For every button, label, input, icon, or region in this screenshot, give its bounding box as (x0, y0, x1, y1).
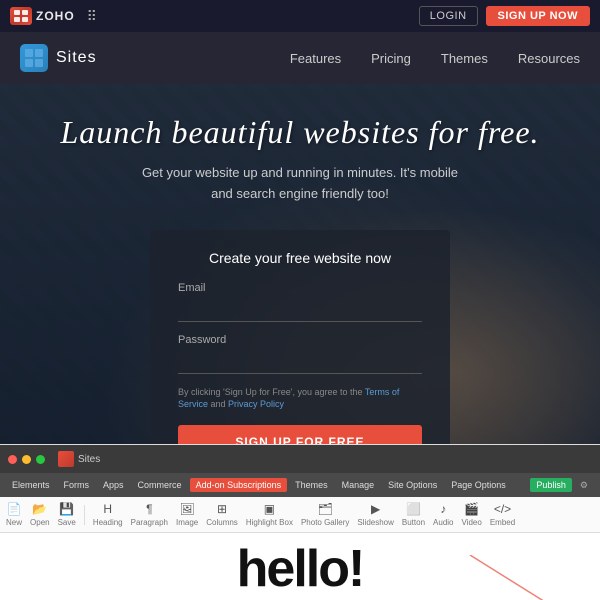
toolbar-paragraph[interactable]: ¶ Paragraph (131, 502, 168, 527)
hero-section: Launch beautiful websites for free. Get … (0, 84, 600, 444)
toolbar-embed[interactable]: </> Embed (490, 502, 515, 527)
close-window-button[interactable] (8, 455, 17, 464)
password-input[interactable] (178, 350, 422, 374)
toolbar-highlight-box[interactable]: ▣ Highlight Box (246, 502, 293, 527)
nav-features[interactable]: Features (290, 51, 341, 66)
editor-logo-text: Sites (78, 454, 100, 465)
toolbar-columns[interactable]: ⊞ Columns (206, 502, 238, 527)
menu-site-options[interactable]: Site Options (382, 478, 443, 492)
hello-text: hello! (237, 543, 364, 595)
toolbar-heading[interactable]: H Heading (93, 502, 123, 527)
zoho-logo[interactable]: ZOHO (10, 7, 75, 25)
privacy-link[interactable]: Privacy Policy (228, 399, 284, 409)
menu-addon-subscriptions[interactable]: Add-on Subscriptions (190, 478, 288, 492)
editor-canvas: hello! (0, 533, 600, 600)
minimize-window-button[interactable] (22, 455, 31, 464)
grid-icon[interactable]: ⠿ (87, 8, 97, 25)
editor-menu-bar: Elements Forms Apps Commerce Add-on Subs… (0, 473, 600, 497)
zoho-logo-text: ZOHO (36, 9, 75, 23)
sites-logo-text: Sites (56, 49, 97, 67)
maximize-window-button[interactable] (36, 455, 45, 464)
publish-button[interactable]: Publish (530, 478, 572, 492)
editor-toolbar: 📄 New 📂 Open 💾 Save H Heading ¶ Paragrap… (0, 497, 600, 533)
sites-logo[interactable]: Sites (20, 44, 97, 72)
email-field-group: Email (178, 282, 422, 322)
menu-apps[interactable]: Apps (97, 478, 130, 492)
form-title: Create your free website now (178, 250, 422, 266)
toolbar-save[interactable]: 💾 Save (58, 502, 76, 527)
topbar-right: LOGIN SIGN UP NOW (419, 6, 590, 26)
login-button[interactable]: LOGIN (419, 6, 478, 26)
editor-logo-icon (58, 451, 74, 467)
nav-links: Features Pricing Themes Resources (290, 51, 580, 66)
toolbar-video[interactable]: 🎬 Video (462, 502, 482, 527)
toolbar-photo-gallery[interactable]: 🗂 Photo Gallery (301, 502, 349, 527)
hero-content: Launch beautiful websites for free. Get … (0, 114, 600, 225)
menu-page-options[interactable]: Page Options (445, 478, 512, 492)
zoho-logo-icon (10, 7, 32, 25)
terms-text: By clicking 'Sign Up for Free', you agre… (178, 386, 422, 411)
menu-forms[interactable]: Forms (58, 478, 96, 492)
editor-settings-icon[interactable]: ⚙ (574, 478, 594, 493)
email-label: Email (178, 282, 422, 294)
menu-elements[interactable]: Elements (6, 478, 56, 492)
topbar-left: ZOHO ⠿ (10, 7, 97, 25)
toolbar-slideshow[interactable]: ▶ Slideshow (357, 502, 393, 527)
editor-title-bar: Sites (0, 445, 600, 473)
menu-manage[interactable]: Manage (336, 478, 381, 492)
editor-preview: Sites Elements Forms Apps Commerce Add-o… (0, 444, 600, 600)
password-label: Password (178, 334, 422, 346)
hero-subtitle: Get your website up and running in minut… (130, 163, 470, 205)
sites-logo-icon (20, 44, 48, 72)
toolbar-button[interactable]: ⬜ Button (402, 502, 425, 527)
nav-resources[interactable]: Resources (518, 51, 580, 66)
toolbar-audio[interactable]: ♪ Audio (433, 502, 453, 527)
toolbar-new[interactable]: 📄 New (6, 502, 22, 527)
menu-commerce[interactable]: Commerce (132, 478, 188, 492)
hero-title: Launch beautiful websites for free. (0, 114, 600, 151)
toolbar-open[interactable]: 📂 Open (30, 502, 50, 527)
signup-top-button[interactable]: SIGN UP NOW (486, 6, 590, 26)
toolbar-image[interactable]: 🖼 Image (176, 502, 198, 527)
navbar: Sites Features Pricing Themes Resources (0, 32, 600, 84)
toolbar-separator-1 (84, 505, 85, 525)
password-field-group: Password (178, 334, 422, 374)
nav-pricing[interactable]: Pricing (371, 51, 411, 66)
top-bar: ZOHO ⠿ LOGIN SIGN UP NOW (0, 0, 600, 32)
nav-themes[interactable]: Themes (441, 51, 488, 66)
email-input[interactable] (178, 298, 422, 322)
signup-free-button[interactable]: SIGN UP FOR FREE (178, 425, 422, 444)
signup-form: Create your free website now Email Passw… (150, 230, 450, 444)
menu-themes[interactable]: Themes (289, 478, 334, 492)
editor-app-logo: Sites (58, 451, 100, 467)
